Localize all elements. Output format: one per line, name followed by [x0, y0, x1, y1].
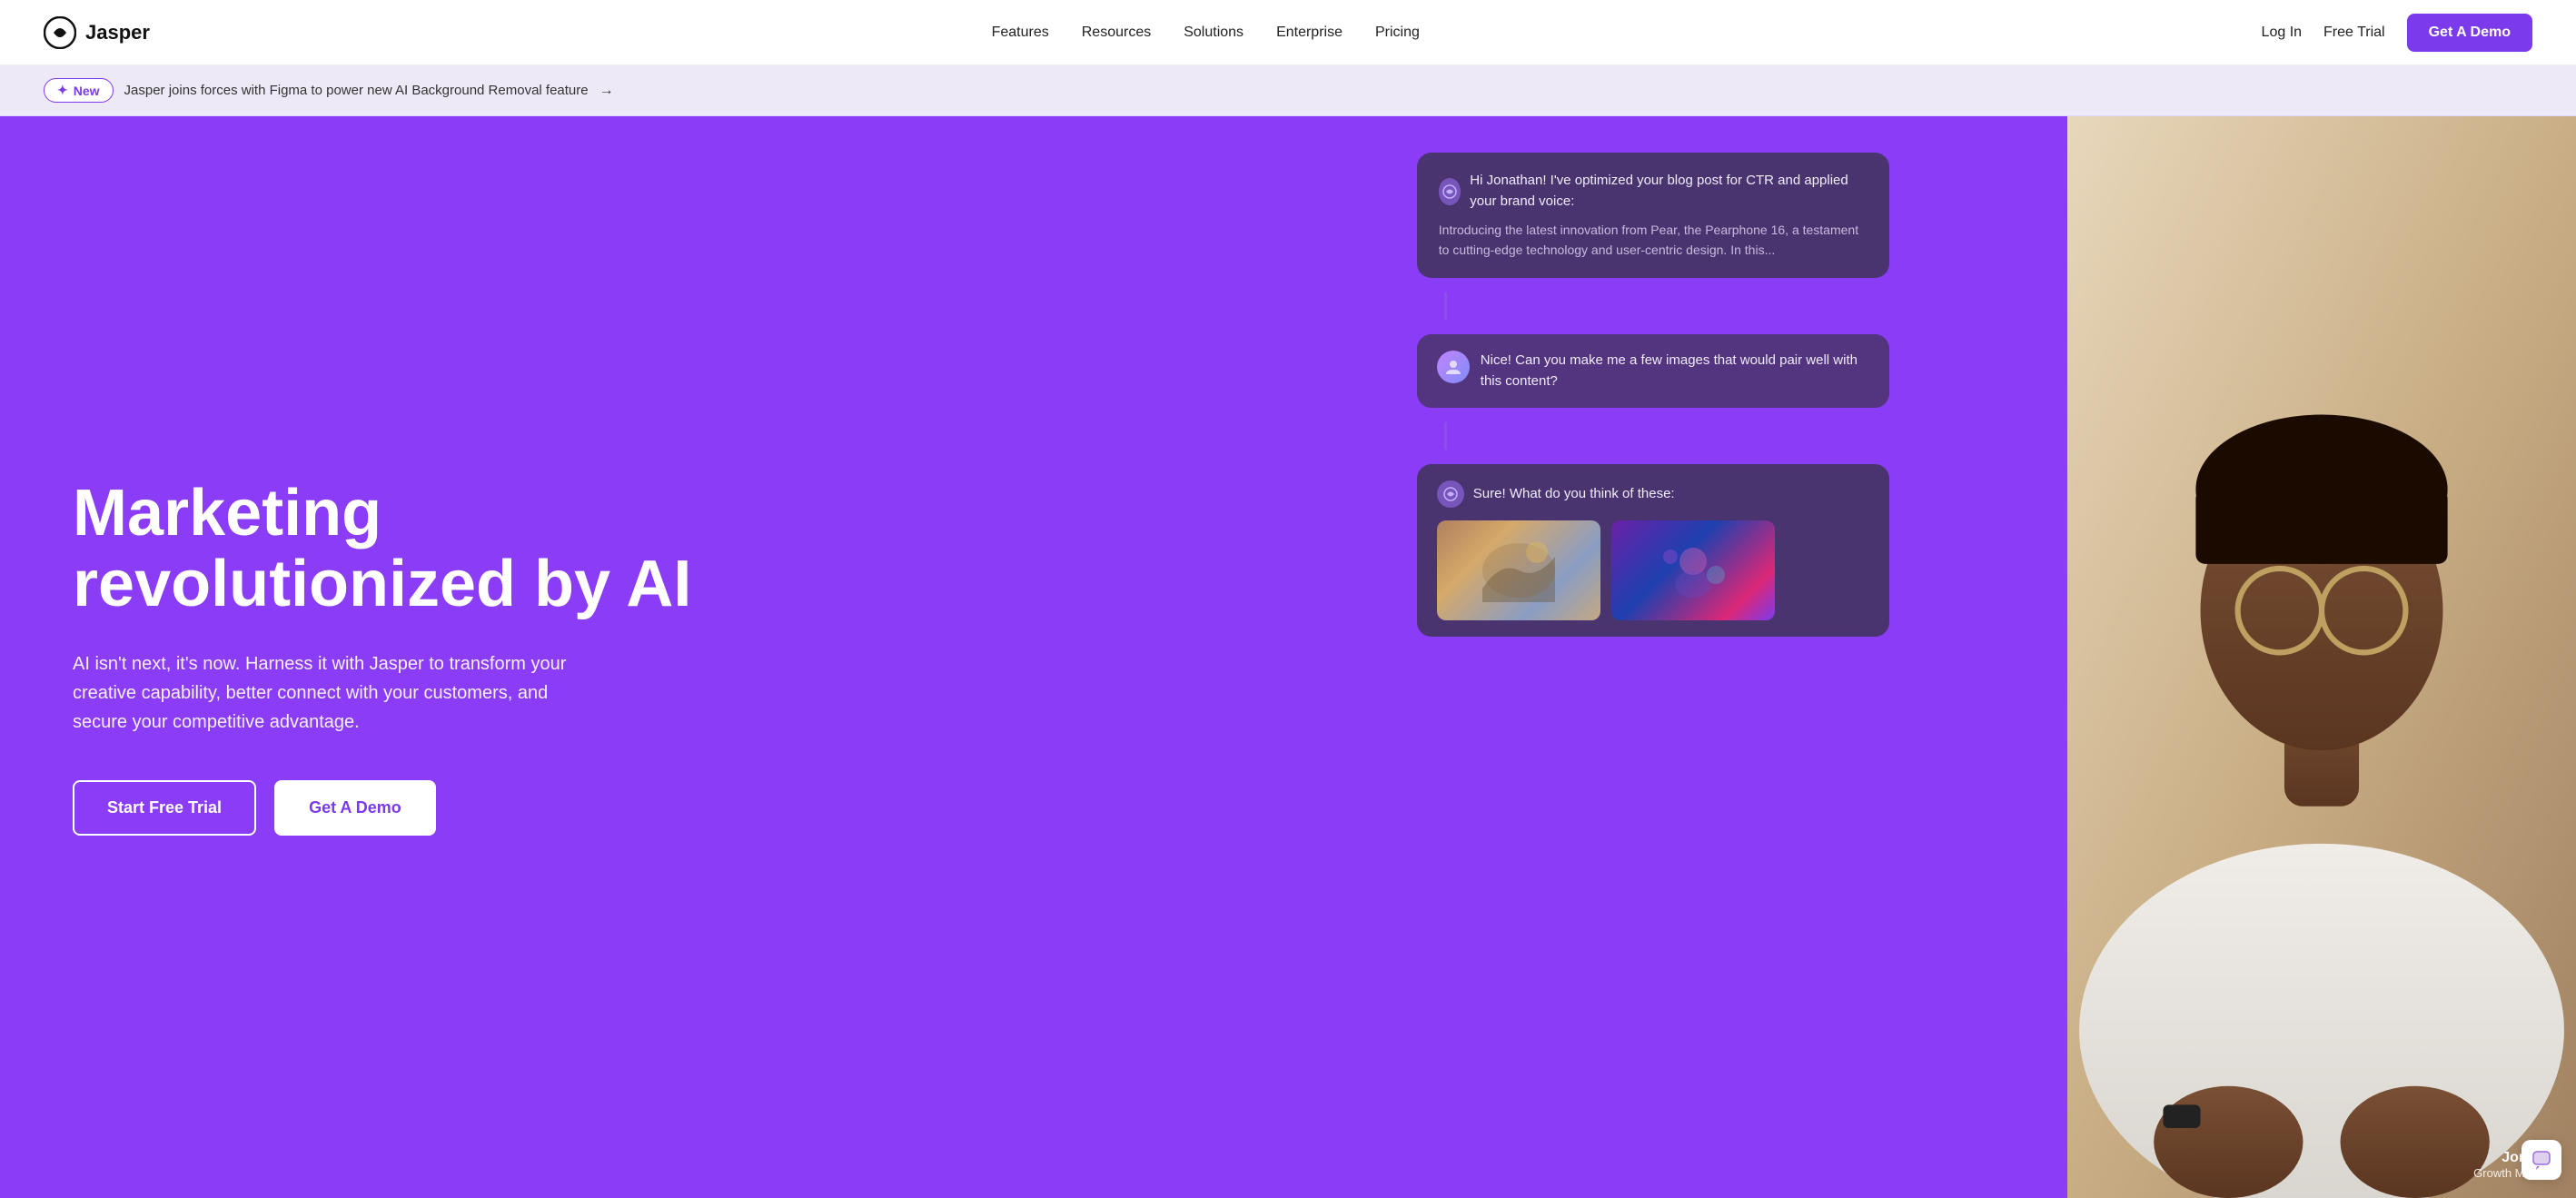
new-badge-label: New: [74, 84, 100, 98]
avatar-icon: [1444, 358, 1462, 376]
chat-bubble-1-header: Hi Jonathan! I've optimized your blog po…: [1439, 171, 1868, 212]
freetrial-link[interactable]: Free Trial: [2323, 25, 2385, 41]
logo[interactable]: Jasper: [44, 16, 150, 49]
hero-buttons: Start Free Trial Get A Demo: [73, 780, 1373, 836]
nav-enterprise[interactable]: Enterprise: [1276, 25, 1342, 41]
hero-title: Marketing revolutionized by AI: [73, 479, 1373, 620]
navbar: Jasper Features Resources Solutions Ente…: [0, 0, 2576, 65]
connector-line: [1444, 292, 1447, 320]
generated-image-2-bg: [1611, 520, 1775, 620]
announcement-bar[interactable]: ✦ New Jasper joins forces with Figma to …: [0, 65, 2576, 116]
nav-actions: Log In Free Trial Get A Demo: [2262, 14, 2532, 52]
nav-resources[interactable]: Resources: [1082, 25, 1151, 41]
person-photo: Jonath... Growth Marketer: [2067, 116, 2576, 1198]
jasper-ai-icon-2: [1437, 480, 1464, 508]
hero-left: Marketing revolutionized by AI AI isn't …: [0, 116, 1417, 1198]
get-demo-button[interactable]: Get A Demo: [2407, 14, 2532, 52]
announcement-text: Jasper joins forces with Figma to power …: [124, 83, 589, 98]
neon-svg: [1652, 539, 1734, 602]
chat-bubble-3: Sure! What do you think of these:: [1417, 464, 1889, 637]
generated-image-1: [1437, 520, 1600, 620]
nav-features[interactable]: Features: [992, 25, 1049, 41]
nav-pricing[interactable]: Pricing: [1375, 25, 1420, 41]
chat-widget-icon: [2531, 1150, 2551, 1170]
chat-widget[interactable]: [2522, 1140, 2561, 1180]
get-demo-hero-button[interactable]: Get A Demo: [274, 780, 436, 836]
user-avatar: [1437, 351, 1470, 383]
generated-image-2: [1611, 520, 1775, 620]
nav-links: Features Resources Solutions Enterprise …: [992, 25, 1420, 41]
person-svg: [2067, 116, 2576, 1198]
chat-image-row: [1437, 520, 1869, 620]
hero-right: Jonath... Growth Marketer: [1417, 116, 2576, 1198]
chat-bubble-1-body: Introducing the latest innovation from P…: [1439, 221, 1868, 260]
jasper-icon-svg: [1442, 184, 1457, 199]
jasper-icon-svg-2: [1443, 487, 1458, 501]
jasper-ai-icon: [1439, 178, 1461, 205]
announcement-arrow: →: [599, 83, 614, 99]
hero-section: Marketing revolutionized by AI AI isn't …: [0, 116, 2576, 1198]
logo-text: Jasper: [85, 21, 150, 45]
chat-container: Hi Jonathan! I've optimized your blog po…: [1417, 153, 1889, 637]
sparkle-icon: ✦: [57, 83, 68, 98]
login-link[interactable]: Log In: [2262, 25, 2302, 41]
generated-image-1-bg: [1437, 520, 1600, 620]
chat-bubble-2-text: Nice! Can you make me a few images that …: [1481, 351, 1869, 391]
chat-bubble-2: Nice! Can you make me a few images that …: [1417, 334, 1889, 408]
nav-solutions[interactable]: Solutions: [1184, 25, 1243, 41]
logo-icon: [44, 16, 76, 49]
chat-bubble-3-header: Sure! What do you think of these:: [1437, 480, 1869, 508]
hero-subtitle: AI isn't next, it's now. Harness it with…: [73, 649, 581, 737]
chat-bubble-1-text: Hi Jonathan! I've optimized your blog po…: [1470, 171, 1868, 212]
chat-bubble-3-text: Sure! What do you think of these:: [1473, 484, 1675, 505]
connector-line-2: [1444, 422, 1447, 450]
new-badge: ✦ New: [44, 78, 114, 103]
chat-bubble-1: Hi Jonathan! I've optimized your blog po…: [1417, 153, 1889, 278]
start-free-trial-button[interactable]: Start Free Trial: [73, 780, 256, 836]
landscape-svg: [1478, 539, 1560, 602]
